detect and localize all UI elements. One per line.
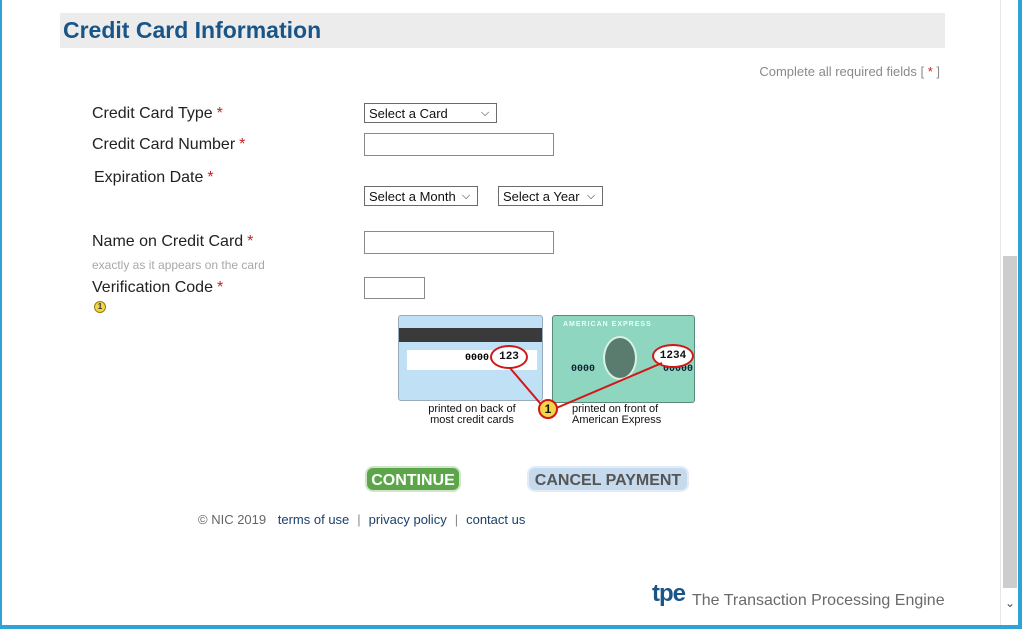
card-number-input[interactable] (364, 133, 554, 156)
contact-link[interactable]: contact us (466, 512, 525, 527)
name-label-text: Name on Credit Card (92, 233, 244, 250)
card-type-select[interactable]: Select a Card ⌵ (364, 103, 497, 123)
cvv-illustration: 0000 123 AMERICAN EXPRESS 0000 00000 123… (398, 315, 698, 427)
verification-label-text: Verification Code (92, 279, 213, 296)
info-icon[interactable]: 1 (94, 301, 106, 313)
footer: © NIC 2019 terms of use | privacy policy | c… (198, 512, 525, 527)
expiration-label-text: Expiration Date (94, 169, 204, 186)
copyright: © NIC 2019 (198, 512, 267, 527)
code-badge: 1 (538, 399, 558, 419)
tpe-logo: tpe (652, 580, 686, 607)
expiration-label: Expiration Date * (94, 169, 214, 187)
year-selected: Select a Year (503, 188, 580, 204)
caption-back-line2: most credit cards (430, 414, 514, 426)
footer-separator: | (454, 512, 459, 527)
tpe-tagline: The Transaction Processing Engine (692, 592, 945, 609)
caption-back: printed on back of most credit cards (404, 404, 540, 426)
chevron-down-icon: ⌵ (586, 189, 596, 202)
terms-link[interactable]: terms of use (278, 512, 350, 527)
required-marker: * (207, 169, 214, 186)
name-input[interactable] (364, 231, 554, 254)
cancel-payment-button[interactable]: CANCEL PAYMENT (527, 466, 689, 492)
card-type-selected: Select a Card (369, 105, 448, 121)
month-selected: Select a Month (369, 188, 456, 204)
expiration-year-select[interactable]: Select a Year ⌵ (498, 186, 603, 206)
required-marker: * (216, 279, 224, 296)
chevron-down-icon: ⌵ (480, 106, 490, 119)
required-marker: * (216, 105, 223, 122)
name-label: Name on Credit Card * (92, 233, 253, 251)
page-title: Credit Card Information (63, 17, 322, 43)
expiration-month-select[interactable]: Select a Month ⌵ (364, 186, 478, 206)
vertical-scrollbar[interactable]: ⌄ (1000, 0, 1018, 625)
card-number-label: Credit Card Number * (92, 136, 245, 154)
card-number-label-text: Credit Card Number (92, 136, 236, 153)
page-frame: Credit Card Information Complete all req… (2, 0, 1018, 625)
required-fields-note: Complete all required fields [ * ] (759, 64, 940, 79)
card-type-label: Credit Card Type * (92, 105, 223, 123)
privacy-link[interactable]: privacy policy (369, 512, 447, 527)
required-marker: * (239, 136, 246, 153)
required-note-prefix: Complete all required fields [ (759, 64, 928, 79)
verification-input[interactable] (364, 277, 425, 299)
verification-label: Verification Code * (92, 279, 223, 297)
footer-separator: | (357, 512, 361, 527)
caption-front: printed on front of American Express (558, 404, 692, 426)
chevron-down-icon[interactable]: ⌄ (1001, 595, 1019, 611)
section-header: Credit Card Information (60, 13, 945, 48)
required-marker: * (247, 233, 254, 250)
scrollbar-thumb[interactable] (1003, 256, 1017, 588)
name-hint: exactly as it appears on the card (92, 258, 265, 272)
caption-front-line2: American Express (572, 414, 662, 426)
required-note-suffix: ] (932, 64, 940, 79)
chevron-down-icon: ⌵ (461, 189, 471, 202)
card-type-label-text: Credit Card Type (92, 105, 213, 122)
continue-button[interactable]: CONTINUE (365, 466, 461, 492)
